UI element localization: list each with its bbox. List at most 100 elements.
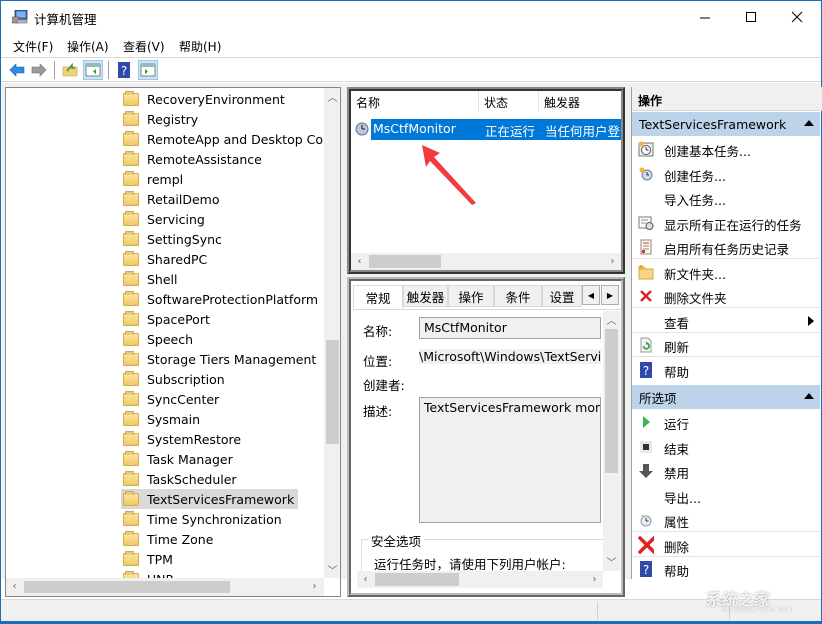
tree-item-label: SharedPC (147, 251, 208, 267)
tree-item[interactable]: RetailDemo (121, 189, 223, 209)
tree-item[interactable]: Sysmain (121, 409, 204, 429)
action-item[interactable]: 创建基本任务... (632, 137, 820, 161)
tree-item[interactable]: Storage Tiers Management (121, 349, 320, 369)
scroll-right-arrow[interactable]: › (604, 253, 621, 270)
properties-hscroll-thumb[interactable] (375, 573, 459, 586)
section-header-selected-item[interactable]: 所选项 (632, 385, 820, 409)
tree-item[interactable]: Registry (121, 109, 202, 129)
action-item[interactable]: 查看 (632, 309, 820, 333)
action-item[interactable]: 删除 (632, 533, 820, 557)
svg-text:?: ? (121, 64, 127, 78)
tree-item[interactable]: Time Zone (121, 529, 217, 549)
tree-item[interactable]: SharedPC (121, 249, 211, 269)
task-list-hscroll-thumb[interactable] (369, 255, 441, 268)
properties-horizontal-scrollbar[interactable]: ‹ › (357, 571, 603, 588)
tree-item[interactable]: SystemRestore (121, 429, 245, 449)
collapse-caret-icon (804, 393, 814, 399)
tab-actions[interactable]: 操作 (448, 285, 494, 307)
tree-item[interactable]: Shell (121, 269, 182, 289)
scroll-right-arrow[interactable]: › (586, 571, 603, 588)
action-item[interactable]: 禁用 (632, 459, 820, 483)
action-item[interactable]: 导出... (632, 484, 820, 508)
folder-icon (123, 510, 139, 526)
tree-item[interactable]: RemoteApp and Desktop Conn (121, 129, 340, 149)
show-hide-action-pane-button[interactable] (138, 60, 158, 80)
tree-item[interactable]: TaskScheduler (121, 469, 241, 489)
scroll-left-arrow[interactable]: ‹ (6, 578, 23, 595)
scroll-down-arrow[interactable]: ﹀ (603, 553, 620, 570)
action-item[interactable]: ? 帮助 (632, 557, 820, 581)
tree-item[interactable]: rempl (121, 169, 187, 189)
tree-vertical-scrollbar[interactable]: ︿ ﹀ (324, 88, 340, 578)
task-list-horizontal-scrollbar[interactable]: ‹ › (351, 253, 621, 270)
forward-button[interactable] (29, 60, 49, 80)
column-header-trigger[interactable]: 触发器 (539, 91, 621, 113)
tree-item[interactable]: Task Manager (121, 449, 237, 469)
tree-item[interactable]: SpacePort (121, 309, 214, 329)
tree-item[interactable]: SoftwareProtectionPlatform (121, 289, 322, 309)
tree-vscroll-thumb[interactable] (326, 340, 339, 444)
tree-item[interactable]: Time Synchronization (121, 509, 286, 529)
help-button[interactable]: ? (114, 60, 134, 80)
properties-vscroll-thumb[interactable] (605, 329, 618, 473)
action-item[interactable]: 显示所有正在运行的任务 (632, 211, 820, 235)
name-field[interactable]: MsCtfMonitor (419, 317, 601, 339)
tree-item[interactable]: SyncCenter (121, 389, 223, 409)
scroll-left-arrow[interactable]: ‹ (351, 253, 368, 270)
menu-file[interactable]: 文件(F) (13, 38, 53, 55)
minimize-button[interactable] (682, 1, 728, 33)
scroll-down-arrow[interactable]: ﹀ (324, 561, 340, 578)
menu-view[interactable]: 查看(V) (123, 38, 165, 55)
action-item[interactable]: 属性 (632, 508, 820, 532)
properties-vertical-scrollbar[interactable]: ︿ ﹀ (603, 311, 620, 571)
tab-settings[interactable]: 设置 (542, 285, 582, 307)
tab-conditions[interactable]: 条件 (494, 285, 542, 307)
back-button[interactable] (7, 60, 27, 80)
up-one-level-button[interactable] (60, 60, 80, 80)
maximize-button[interactable] (728, 1, 774, 33)
tree-item-label: RemoteAssistance (147, 151, 262, 167)
tree-item[interactable]: Speech (121, 329, 197, 349)
help-icon: ? (118, 62, 130, 78)
tab-triggers[interactable]: 触发器 (403, 285, 448, 307)
close-button[interactable] (774, 1, 820, 33)
column-header-status[interactable]: 状态 (479, 91, 539, 113)
action-item[interactable]: 运行 (632, 410, 820, 434)
scroll-up-arrow[interactable]: ︿ (324, 88, 340, 105)
tab-scroll-left-button[interactable]: ◀ (582, 285, 600, 305)
tree-horizontal-scrollbar[interactable]: ‹ › (6, 578, 324, 596)
tree-item[interactable]: RecoveryEnvironment (121, 89, 289, 109)
action-item[interactable]: 刷新 (632, 333, 820, 357)
section-header-textservicesframework[interactable]: TextServicesFramework (632, 112, 820, 136)
action-item[interactable]: 新文件夹... (632, 260, 820, 284)
tree-item[interactable]: RemoteAssistance (121, 149, 266, 169)
scroll-right-arrow[interactable]: › (306, 578, 323, 595)
action-item[interactable]: 导入任务... (632, 186, 820, 210)
show-hide-console-tree-button[interactable] (83, 60, 103, 80)
folder-icon (123, 370, 139, 386)
action-item[interactable]: 创建任务... (632, 162, 820, 186)
tree-item-label: SoftwareProtectionPlatform (147, 291, 319, 307)
action-item[interactable]: 启用所有任务历史记录 (632, 235, 820, 259)
location-value: \Microsoft\Windows\TextServicesFramework (419, 349, 601, 364)
task-row[interactable]: MsCtfMonitor 正在运行 当任何用户登录时 (355, 119, 621, 140)
tab-general[interactable]: 常规 (353, 285, 403, 309)
scroll-up-arrow[interactable]: ︿ (603, 311, 620, 328)
action-item[interactable]: 删除文件夹 (632, 284, 820, 308)
column-header-name[interactable]: 名称 (351, 91, 479, 113)
tree-item[interactable]: TextServicesFramework (121, 489, 299, 509)
tree-item[interactable]: Servicing (121, 209, 209, 229)
menu-help[interactable]: 帮助(H) (179, 38, 221, 55)
tree-hscroll-thumb[interactable] (24, 581, 230, 593)
action-item[interactable]: 结束 (632, 435, 820, 459)
folder-icon (123, 490, 139, 506)
scroll-left-arrow[interactable]: ‹ (357, 571, 374, 588)
menu-action[interactable]: 操作(A) (67, 38, 109, 55)
tab-scroll-right-button[interactable]: ▶ (601, 285, 619, 305)
tree-item[interactable]: Subscription (121, 369, 229, 389)
tree-item[interactable]: TPM (121, 549, 177, 569)
description-field[interactable]: TextServicesFramework monitor task (419, 397, 601, 523)
folder-icon (123, 290, 139, 306)
action-item[interactable]: ? 帮助 (632, 358, 820, 382)
tree-item[interactable]: SettingSync (121, 229, 226, 249)
